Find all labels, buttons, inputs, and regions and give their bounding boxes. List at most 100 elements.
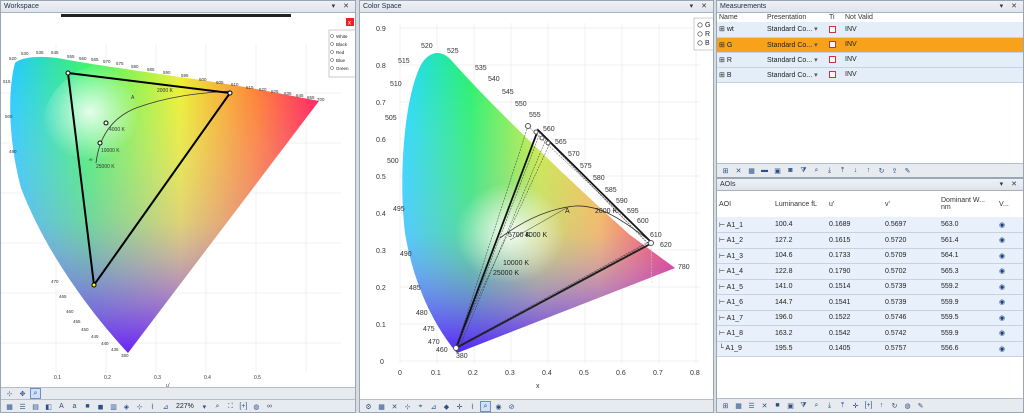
measurement-presentation-cell[interactable]: Standard Co... ▾ (765, 67, 827, 83)
measurement-presentation-cell[interactable]: Standard Co... ▾ (765, 22, 827, 38)
export-icon[interactable]: ⤒ (837, 165, 848, 176)
cs-green-point[interactable] (525, 123, 531, 129)
cs-zoom-icon[interactable]: ⌕ (480, 401, 491, 412)
expand-icon[interactable]: [+] (863, 400, 874, 411)
col-not-valid[interactable]: Not Valid (843, 13, 1023, 22)
cs-settings-icon[interactable]: ⚙ (363, 401, 374, 412)
eye-icon[interactable]: ◉ (997, 325, 1023, 342)
col-v[interactable]: v' (883, 191, 939, 217)
ws-palette-icon[interactable]: ◼ (95, 401, 106, 412)
measurement-row-selected[interactable]: ⊞ G Standard Co... ▾ INV (717, 37, 1023, 53)
ws-pan-icon[interactable]: ✥ (17, 388, 28, 399)
col-u[interactable]: u' (827, 191, 883, 217)
ws-link-icon[interactable]: ∞ (264, 401, 275, 412)
measurement-presentation-cell[interactable]: Standard Co... ▾ (765, 52, 827, 68)
eye-icon[interactable]: ◉ (997, 217, 1023, 233)
list-icon[interactable]: ☰ (746, 400, 757, 411)
add-measurement-icon[interactable]: ⊞ (720, 165, 731, 176)
ws-zoom-icon[interactable]: ⌕ (30, 388, 41, 399)
add-aoi-icon[interactable]: ⊞ (720, 400, 731, 411)
cs-aoi-point[interactable] (545, 140, 551, 146)
col-ti[interactable]: Ti (827, 13, 843, 22)
ws-text-icon[interactable]: A (56, 401, 67, 412)
ws-color-icon[interactable]: ■ (82, 401, 93, 412)
cie-uv-diagram[interactable]: A 2000 K 4000 K 10000 K 25000 K ∞ 520 53… (1, 13, 356, 401)
col-dominant-wavelength[interactable]: Dominant W... nm (939, 191, 997, 217)
arrow-up-icon[interactable]: ↑ (876, 400, 887, 411)
measurements-window-controls[interactable]: ▾ ✕ (1000, 1, 1020, 13)
ti-toggle-icon[interactable] (827, 52, 843, 68)
eye-icon[interactable]: ◉ (997, 279, 1023, 295)
ti-toggle-icon[interactable] (827, 22, 843, 38)
tools-icon[interactable]: ✎ (902, 165, 913, 176)
aoi-row[interactable]: ⊢ A1_6 144.7 0.1541 0.5739 559.9 ◉ (717, 294, 1023, 311)
camera-icon[interactable]: ◙ (785, 165, 796, 176)
ws-white-point[interactable] (103, 120, 109, 126)
cs-blue-point[interactable] (453, 345, 459, 351)
aoi-row[interactable]: ⊢ A1_7 196.0 0.1522 0.5746 559.5 ◉ (717, 310, 1023, 326)
colorspace-window-controls[interactable]: ▾ ✕ (690, 1, 710, 13)
grid-icon[interactable]: ▦ (733, 400, 744, 411)
cs-aoi-point[interactable] (533, 129, 539, 135)
eye-icon[interactable]: ◉ (997, 232, 1023, 249)
delete-aoi-icon[interactable]: ✕ (759, 400, 770, 411)
cs-table-icon[interactable]: ▦ (376, 401, 387, 412)
upload-icon[interactable]: ⇪ (889, 165, 900, 176)
cs-red-point[interactable] (648, 240, 654, 246)
aoi-row[interactable]: ⊢ A1_2 127.2 0.1615 0.5720 561.4 ◉ (717, 232, 1023, 249)
col-presentation[interactable]: Presentation (765, 13, 827, 22)
crosshair-icon[interactable]: ✛ (850, 400, 861, 411)
ws-measure-icon[interactable]: ⊿ (160, 401, 171, 412)
ws-globe-icon[interactable]: ◍ (251, 401, 262, 412)
cs-plot-icon[interactable]: ⊿ (428, 401, 439, 412)
delete-measurement-icon[interactable]: ✕ (733, 165, 744, 176)
ws-expand-icon[interactable]: [+] (238, 401, 249, 412)
eye-icon[interactable]: ◉ (997, 294, 1023, 311)
col-aoi[interactable]: AOI (717, 191, 773, 217)
ws-bold-icon[interactable]: a (69, 401, 80, 412)
table-icon[interactable]: ▦ (746, 165, 757, 176)
cs-crosshair-icon[interactable]: ✛ (454, 401, 465, 412)
color-icon[interactable]: ■ (772, 400, 783, 411)
search-icon[interactable]: ⌕ (811, 165, 822, 176)
import-icon[interactable]: ⤓ (824, 165, 835, 176)
image-icon[interactable]: ▣ (785, 400, 796, 411)
ws-graph-icon[interactable]: ⌇ (147, 401, 158, 412)
globe-icon[interactable]: ◍ (902, 400, 913, 411)
cs-close-icon[interactable]: ✕ (389, 401, 400, 412)
image-icon[interactable]: ▣ (772, 165, 783, 176)
col-visibility[interactable]: V... (997, 191, 1023, 217)
ws-select-icon[interactable]: ⊹ (134, 401, 145, 412)
measurement-row[interactable]: ⊞ B Standard Co... ▾ INV (717, 67, 1023, 83)
ws-grid-icon[interactable]: ▦ (4, 401, 15, 412)
measurement-presentation-cell[interactable]: Standard Co... ▾ (765, 37, 827, 53)
aoi-row[interactable]: ⊢ A1_4 122.8 0.1790 0.5702 565.3 ◉ (717, 263, 1023, 280)
ws-stats-icon[interactable]: ▥ (108, 401, 119, 412)
cs-aoi-point[interactable] (539, 135, 545, 141)
ws-black-point[interactable] (97, 140, 103, 146)
ws-chart-icon[interactable]: ◧ (43, 401, 54, 412)
cie-xy-diagram[interactable]: A 2000 K 4000 K 5700 K 10000 K 25000 K 3… (360, 13, 714, 398)
aoi-row[interactable]: ⊢ A1_8 163.2 0.1542 0.5742 559.9 ◉ (717, 325, 1023, 342)
cs-measure-icon[interactable]: ⌇ (467, 401, 478, 412)
ws-zoom-icon-2[interactable]: ⌕ (212, 401, 223, 412)
cs-clear-icon[interactable]: ⊘ (506, 401, 517, 412)
ws-blue-point[interactable] (91, 282, 97, 288)
eye-icon[interactable]: ◉ (997, 310, 1023, 326)
palette-icon[interactable]: ▬ (759, 165, 770, 176)
import-icon[interactable]: ⤓ (824, 400, 835, 411)
ws-fit-icon[interactable]: ⛶ (225, 401, 236, 412)
ws-zoom-dropdown-icon[interactable]: ▾ (199, 401, 210, 412)
refresh-icon[interactable]: ↻ (876, 165, 887, 176)
cs-marker-icon[interactable]: ◉ (493, 401, 504, 412)
filter-icon[interactable]: ⧩ (798, 400, 809, 411)
cs-pan-icon[interactable]: ⌖ (415, 401, 426, 412)
workspace-window-controls[interactable]: ▾ ✕ (332, 1, 352, 13)
ws-green-point[interactable] (65, 70, 71, 76)
ws-table-icon[interactable]: ☰ (17, 401, 28, 412)
aoi-row[interactable]: ⊢ A1_5 141.0 0.1514 0.5739 559.2 ◉ (717, 279, 1023, 295)
measurement-row[interactable]: ⊞ wt Standard Co... ▾ INV (717, 22, 1023, 38)
ws-red-point[interactable] (227, 90, 233, 96)
aois-window-controls[interactable]: ▾ ✕ (1000, 179, 1020, 191)
tools-icon[interactable]: ✎ (915, 400, 926, 411)
